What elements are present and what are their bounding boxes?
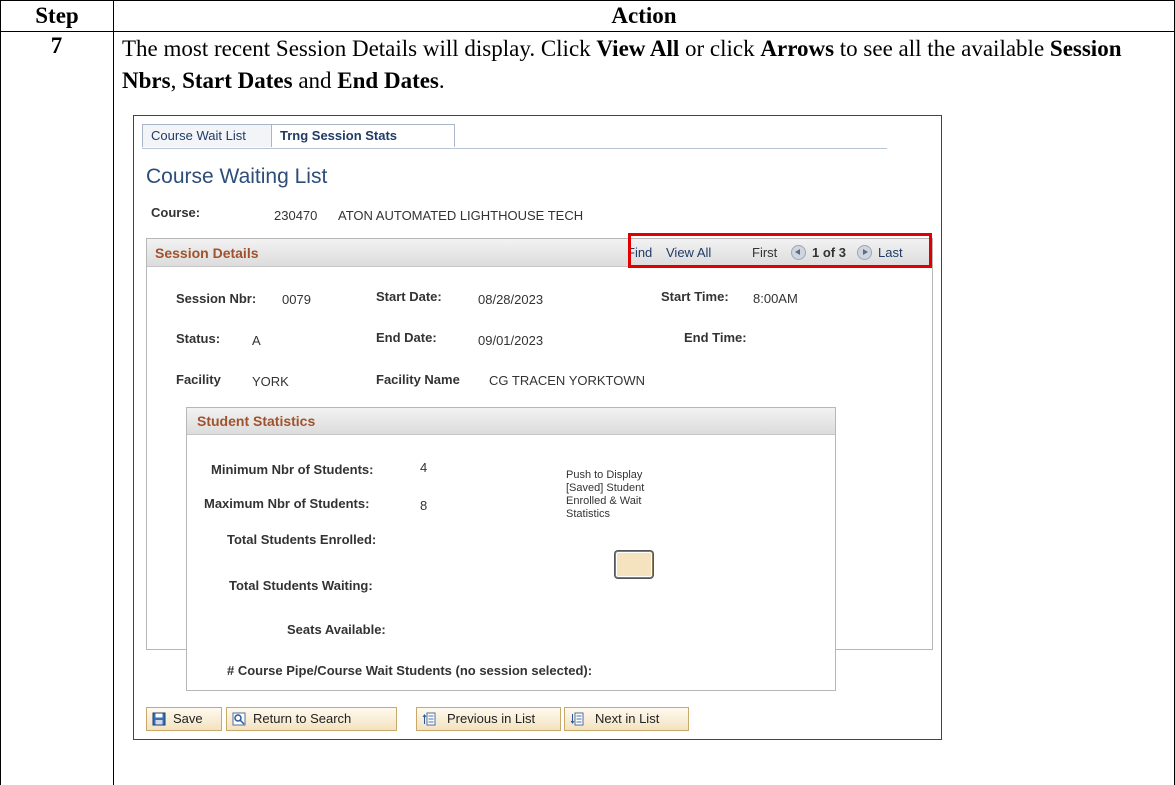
total-enrolled-label: Total Students Enrolled: [227,532,377,547]
status-label: Status: [176,331,221,346]
session-details-title: Session Details [155,245,259,261]
end-date-value: 09/01/2023 [478,333,544,348]
tab-course-wait-list[interactable]: Course Wait List [142,124,273,147]
navigation-highlight-box [628,233,932,268]
save-button[interactable]: Save [146,707,222,731]
previous-in-list-button[interactable]: Previous in List [416,707,561,731]
max-students-label: Maximum Nbr of Students: [204,496,370,511]
max-students-value: 8 [420,498,428,513]
student-statistics-header: Student Statistics [187,408,835,435]
next-in-list-button[interactable]: Next in List [564,707,689,731]
status-value: A [252,333,261,348]
tab-trng-session-stats[interactable]: Trng Session Stats [271,124,455,147]
next-list-icon [570,712,584,726]
end-date-label: End Date: [376,330,437,345]
start-date-value: 08/28/2023 [478,292,544,307]
facility-name-value: CG TRACEN YORKTOWN [489,373,646,388]
instruction-part: . [438,68,445,93]
instruction-part: , [170,68,183,93]
student-statistics-box: Student Statistics Minimum Nbr of Studen… [186,407,836,691]
return-to-search-label: Return to Search [253,711,352,726]
return-to-search-button[interactable]: Return to Search [226,707,397,731]
step-column [0,31,114,785]
start-time-value: 8:00AM [753,291,798,306]
course-pipe-label: # Course Pipe/Course Wait Students (no s… [227,663,593,678]
header-action: Action [611,3,677,28]
push-display-text: Push to Display [Saved] Student Enrolled… [566,469,645,520]
instruction-part: Arrows [760,36,835,61]
min-students-label: Minimum Nbr of Students: [211,462,374,477]
start-date-label: Start Date: [376,289,442,304]
peoplesoft-screenshot: Course Wait List Trng Session Stats Cour… [133,115,942,740]
page-title: Course Waiting List [146,165,328,188]
instruction-part: The most recent Session Details will dis… [122,36,597,61]
document-table: Step Action 7 The most recent Session De… [0,0,1175,785]
start-time-label: Start Time: [661,289,729,304]
facility-name-label: Facility Name [376,372,460,387]
session-nbr-value: 0079 [282,292,311,307]
facility-value: YORK [252,374,289,389]
student-statistics-title: Student Statistics [197,413,316,429]
instruction-part: or click [679,36,761,61]
session-nbr-label: Session Nbr: [176,291,257,306]
save-icon [152,712,166,726]
total-waiting-label: Total Students Waiting: [229,578,373,593]
previous-in-list-label: Previous in List [447,711,536,726]
table-header-row: Step Action [0,0,1175,32]
seats-available-label: Seats Available: [287,622,386,637]
previous-list-icon [422,712,436,726]
instruction-text: The most recent Session Details will dis… [122,33,1167,97]
instruction-part: End Dates [337,68,439,93]
course-name: ATON AUTOMATED LIGHTHOUSE TECH [338,208,584,223]
facility-label: Facility [176,372,221,387]
instruction-part: and [292,68,338,93]
instruction-part: Start Dates [182,68,293,93]
instruction-part: to see all the available [834,36,1050,61]
save-label: Save [173,711,203,726]
display-statistics-button[interactable] [615,551,653,578]
search-icon [232,712,246,726]
course-label: Course: [151,205,201,220]
course-id: 230470 [274,208,318,223]
instruction-part: View All [596,36,680,61]
min-students-value: 4 [420,460,428,475]
step-number: 7 [50,33,63,58]
next-in-list-label: Next in List [595,711,660,726]
tab-underline [142,148,887,149]
end-time-label: End Time: [684,330,747,345]
header-step: Step [1,1,114,31]
